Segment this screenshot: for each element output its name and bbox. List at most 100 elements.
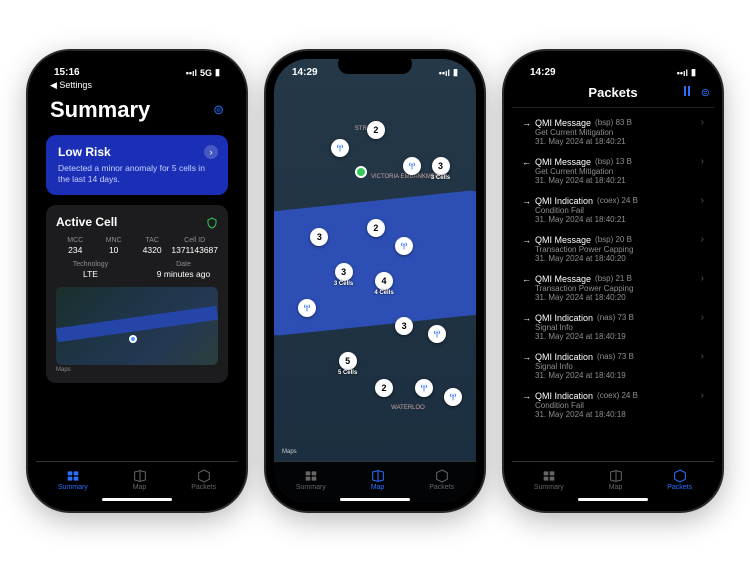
direction-icon: →: [522, 352, 531, 362]
packet-timestamp: 31. May 2024 at 18:40:18: [535, 410, 704, 419]
packet-row[interactable]: → QMI Message (bsp) 83 B › Get Current M…: [520, 112, 706, 151]
map-cluster-marker[interactable]: 3: [395, 317, 413, 335]
direction-icon: →: [522, 391, 531, 401]
direction-icon: →: [522, 196, 531, 206]
status-indicators: ••ıl5G▮: [186, 67, 220, 78]
chevron-right-icon: ›: [204, 145, 218, 159]
home-indicator[interactable]: [578, 498, 648, 501]
packet-row[interactable]: → QMI Indication (nas) 73 B › Signal Inf…: [520, 346, 706, 385]
packet-row[interactable]: → QMI Indication (nas) 73 B › Signal Inf…: [520, 307, 706, 346]
antenna-marker[interactable]: [395, 237, 413, 255]
packet-name: QMI Message: [535, 157, 591, 167]
home-indicator[interactable]: [340, 498, 410, 501]
user-location: [355, 166, 367, 178]
tab-map[interactable]: Map: [608, 468, 624, 491]
packet-subtitle: Signal Info: [535, 323, 704, 332]
tab-packets[interactable]: Packets: [429, 468, 454, 491]
tab-summary[interactable]: Summary: [534, 468, 564, 491]
packet-subtitle: Condition Fail: [535, 401, 704, 410]
status-time: 14:29: [530, 67, 556, 78]
antenna-marker[interactable]: [403, 157, 421, 175]
notch: [338, 54, 412, 74]
phone-summary: 15:16 ••ıl5G▮ ◀ Settings Summary ⊜ Low R…: [28, 51, 246, 511]
tab-map[interactable]: Map: [370, 468, 386, 491]
chevron-right-icon: ›: [701, 312, 704, 323]
shield-icon: [206, 216, 218, 228]
risk-card[interactable]: Low Risk Detected a minor anomaly for 5 …: [46, 135, 228, 195]
tab-packets[interactable]: Packets: [667, 468, 692, 491]
pause-button[interactable]: [683, 86, 691, 99]
cell-stat: TAC4320: [133, 237, 171, 255]
mini-map[interactable]: [56, 287, 218, 365]
map-cluster-marker[interactable]: 33 Cells: [335, 263, 353, 281]
packet-row[interactable]: ← QMI Message (bsp) 21 B › Transaction P…: [520, 268, 706, 307]
home-indicator[interactable]: [102, 498, 172, 501]
packet-row[interactable]: → QMI Indication (coex) 24 B › Condition…: [520, 385, 706, 424]
status-indicators: ••ıl▮: [677, 67, 696, 78]
map-cluster-marker[interactable]: 55 Cells: [339, 352, 357, 370]
packet-row[interactable]: ← QMI Message (bsp) 13 B › Get Current M…: [520, 151, 706, 190]
map-cluster-marker[interactable]: 44 Cells: [375, 272, 393, 290]
antenna-marker[interactable]: [444, 388, 462, 406]
risk-title: Low Risk: [58, 145, 216, 159]
risk-description: Detected a minor anomaly for 5 cells in …: [58, 163, 216, 185]
antenna-marker[interactable]: [331, 139, 349, 157]
tab-map[interactable]: Map: [132, 468, 148, 491]
packet-timestamp: 31. May 2024 at 18:40:19: [535, 332, 704, 341]
tab-packets[interactable]: Packets: [191, 468, 216, 491]
filter-icon[interactable]: ⊜: [213, 102, 224, 118]
direction-icon: →: [522, 235, 531, 245]
packet-subtitle: Condition Fail: [535, 206, 704, 215]
map-cluster-marker[interactable]: 3: [310, 228, 328, 246]
map-cluster-marker[interactable]: 2: [367, 219, 385, 237]
packet-name: QMI Indication: [535, 313, 593, 323]
packet-row[interactable]: → QMI Message (bsp) 20 B › Transaction P…: [520, 229, 706, 268]
map-cluster-marker[interactable]: 2: [375, 379, 393, 397]
chevron-right-icon: ›: [701, 117, 704, 128]
direction-icon: →: [522, 313, 531, 323]
packet-name: QMI Message: [535, 118, 591, 128]
active-cell-card: Active Cell MCC234MNC10TAC4320Cell ID137…: [46, 205, 228, 383]
antenna-marker[interactable]: [415, 379, 433, 397]
packet-timestamp: 31. May 2024 at 18:40:21: [535, 215, 704, 224]
map-cluster-marker[interactable]: 2: [367, 121, 385, 139]
status-time: 14:29: [292, 67, 318, 78]
back-to-settings[interactable]: ◀ Settings: [36, 80, 238, 93]
packet-name: QMI Message: [535, 235, 591, 245]
tab-summary[interactable]: Summary: [58, 468, 88, 491]
direction-icon: ←: [522, 274, 531, 284]
direction-icon: →: [522, 118, 531, 128]
notch: [100, 54, 174, 74]
packet-name: QMI Indication: [535, 391, 593, 401]
phone-packets: 14:29 ••ıl▮ Packets ⊜ → QMI Message (bsp…: [504, 51, 722, 511]
cell-stat: MNC10: [94, 237, 132, 255]
tab-summary[interactable]: Summary: [296, 468, 326, 491]
packet-subtitle: Signal Info: [535, 362, 704, 371]
status-time: 15:16: [54, 67, 80, 78]
cell-stat: TechnologyLTE: [56, 261, 125, 279]
chevron-right-icon: ›: [701, 234, 704, 245]
chevron-right-icon: ›: [701, 273, 704, 284]
packet-name: QMI Indication: [535, 352, 593, 362]
packet-timestamp: 31. May 2024 at 18:40:21: [535, 176, 704, 185]
packet-row[interactable]: → QMI Indication (coex) 24 B › Condition…: [520, 190, 706, 229]
direction-icon: ←: [522, 157, 531, 167]
phone-map: STRAND VICTORIA EMBANKMENT WATERLOO 233 …: [266, 51, 484, 511]
antenna-marker[interactable]: [428, 325, 446, 343]
filter-icon[interactable]: ⊜: [701, 86, 710, 99]
full-map[interactable]: STRAND VICTORIA EMBANKMENT WATERLOO 233 …: [274, 59, 476, 503]
packet-tag: (coex) 24 B: [597, 391, 638, 400]
notch: [576, 54, 650, 74]
packet-tag: (coex) 24 B: [597, 196, 638, 205]
packet-tag: (bsp) 83 B: [595, 118, 632, 127]
page-title: Summary: [50, 97, 150, 123]
chevron-right-icon: ›: [701, 195, 704, 206]
map-attribution: Maps: [56, 367, 218, 373]
antenna-marker[interactable]: [298, 299, 316, 317]
map-cluster-marker[interactable]: 33 Cells: [432, 157, 450, 175]
packet-subtitle: Get Current Mitigation: [535, 167, 704, 176]
cell-stat: Date9 minutes ago: [149, 261, 218, 279]
cell-stat: MCC234: [56, 237, 94, 255]
cell-stat: Cell ID1371143687: [171, 237, 218, 255]
packet-subtitle: Transaction Power Capping: [535, 284, 704, 293]
